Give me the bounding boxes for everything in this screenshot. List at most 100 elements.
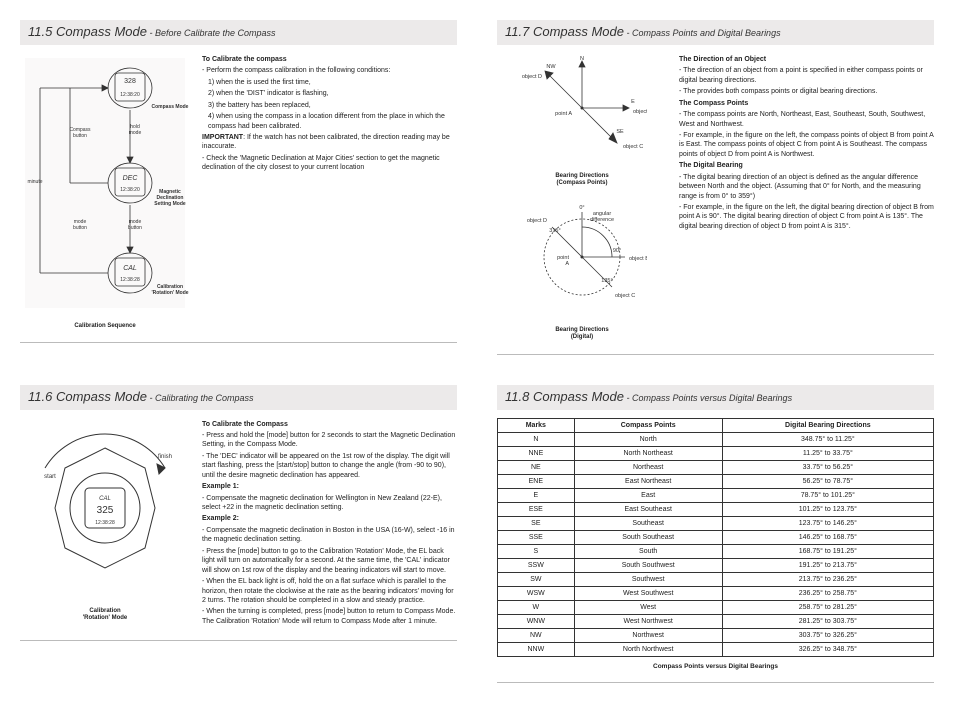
table-cell: Southeast [574,516,722,530]
title-sub: - Calibrating the Compass [147,393,254,403]
svg-text:object B: object B [629,256,647,262]
table-cell: SE [498,516,575,530]
table-row: ENEEast Northeast56.25° to 78.75° [498,474,934,488]
table-row: SSouth168.75° to 191.25° [498,544,934,558]
table-cell: SSW [498,558,575,572]
table-cell: SSE [498,530,575,544]
svg-text:pointA: pointA [557,255,569,267]
para: - Press the [mode] button to go to the C… [202,547,457,575]
compass-points-table: MarksCompass PointsDigital Bearing Direc… [497,418,934,657]
para: 2) when the 'DIST' indicator is flashing… [208,89,457,98]
svg-text:object D: object D [522,74,542,80]
para: - When the EL back light is off, hold th… [202,577,457,605]
svg-text:point A: point A [555,111,572,117]
table-caption: Compass Points versus Digital Bearings [497,663,934,670]
svg-text:NW: NW [546,64,556,70]
para: - For example, in the figure on the left… [679,131,934,159]
svg-text:90°: 90° [613,248,621,254]
para: - The provides both compass points or di… [679,87,934,96]
table-cell: 258.75° to 281.25° [722,600,933,614]
table-cell: North Northeast [574,446,722,460]
table-row: NNorth348.75° to 11.25° [498,432,934,446]
heading: To Calibrate the compass [202,55,457,64]
table-cell: E [498,488,575,502]
table-cell: Northeast [574,460,722,474]
svg-text:object B: object B [633,109,647,115]
svg-text:object C: object C [615,293,635,299]
heading: The Digital Bearing [679,161,934,170]
svg-text:object C: object C [623,144,643,150]
table-header: Marks [498,418,575,432]
svg-text:135°: 135° [601,278,612,284]
table-row: NNENorth Northeast11.25° to 33.75° [498,446,934,460]
figure-rotation-mode: CAL 325 12:38:28 start finish Calibratio… [20,418,190,629]
section-title: 11.7 Compass Mode - Compass Points and D… [497,20,934,45]
table-cell: 123.75° to 146.25° [722,516,933,530]
table-cell: NNE [498,446,575,460]
para: - When the turning is completed, press [… [202,607,457,626]
table-row: NWNorthwest303.75° to 326.25° [498,628,934,642]
table-cell: W [498,600,575,614]
section-11-6: 11.6 Compass Mode - Calibrating the Comp… [20,385,457,683]
svg-text:object D: object D [527,218,547,224]
title-text: 11.7 Compass Mode [505,24,624,39]
table-cell: WSW [498,586,575,600]
text-body: The Direction of an Object - The directi… [679,53,934,342]
svg-text:start: start [44,474,56,480]
title-sub: - Compass Points versus Digital Bearings [624,393,792,403]
section-11-7: 11.7 Compass Mode - Compass Points and D… [497,20,934,355]
table-cell: 168.75° to 191.25° [722,544,933,558]
table-cell: NW [498,628,575,642]
text-body: To Calibrate the compass - Perform the c… [202,53,457,330]
table-row: SSWSouth Southwest191.25° to 213.75° [498,558,934,572]
heading: Example 1: [202,482,457,491]
table-cell: 11.25° to 33.75° [722,446,933,460]
svg-text:12:38:28: 12:38:28 [95,520,115,526]
svg-text:325: 325 [97,505,114,516]
table-row: WWest258.75° to 281.25° [498,600,934,614]
table-cell: 326.25° to 348.75° [722,642,933,656]
table-row: NENortheast33.75° to 56.25° [498,460,934,474]
section-11-5: 11.5 Compass Mode - Before Calibrate the… [20,20,457,355]
table-header: Compass Points [574,418,722,432]
para: - For example, in the figure on the left… [679,203,934,231]
para: - Press and hold the [mode] button for 2… [202,431,457,450]
table-cell: ENE [498,474,575,488]
para: - The direction of an object from a poin… [679,66,934,85]
para: - The 'DEC' indicator will be appeared o… [202,452,457,480]
table-cell: 101.25° to 123.75° [722,502,933,516]
para: - The compass points are North, Northeas… [679,110,934,129]
heading: To Calibrate the Compass [202,420,457,429]
svg-text:0°: 0° [579,205,584,211]
table-cell: N [498,432,575,446]
title-sub: - Compass Points and Digital Bearings [624,28,781,38]
table-cell: 191.25° to 213.75° [722,558,933,572]
table-row: ESEEast Southeast101.25° to 123.75° [498,502,934,516]
table-row: SWSouthwest213.75° to 236.25° [498,572,934,586]
title-text: 11.8 Compass Mode [505,389,624,404]
table-row: NNWNorth Northwest326.25° to 348.75° [498,642,934,656]
para: 1) when the is used the first time, [208,78,457,87]
table-cell: 236.25° to 258.75° [722,586,933,600]
section-11-8: 11.8 Compass Mode - Compass Points versu… [497,385,934,683]
table-cell: West Northwest [574,614,722,628]
section-title: 11.8 Compass Mode - Compass Points versu… [497,385,934,410]
table-cell: 146.25° to 168.75° [722,530,933,544]
figure-compass-points: N NW object D E object B SE object C poi… [497,53,667,342]
table-row: EEast78.75° to 101.25° [498,488,934,502]
para: - The digital bearing direction of an ob… [679,173,934,201]
table-cell: 281.25° to 303.75° [722,614,933,628]
svg-text:N: N [580,56,584,62]
table-cell: 56.25° to 78.75° [722,474,933,488]
para: - Check the 'Magnetic Declination at Maj… [202,154,457,173]
table-cell: South [574,544,722,558]
table-cell: 213.75° to 236.25° [722,572,933,586]
title-sub: - Before Calibrate the Compass [147,28,276,38]
table-row: WNWWest Northwest281.25° to 303.75° [498,614,934,628]
para: IMPORTANT: If the watch has not been cal… [202,133,457,152]
heading: Example 2: [202,514,457,523]
table-cell: NE [498,460,575,474]
heading: The Compass Points [679,99,934,108]
table-cell: North [574,432,722,446]
figure-caption: Bearing Directions(Compass Points) [555,173,608,187]
